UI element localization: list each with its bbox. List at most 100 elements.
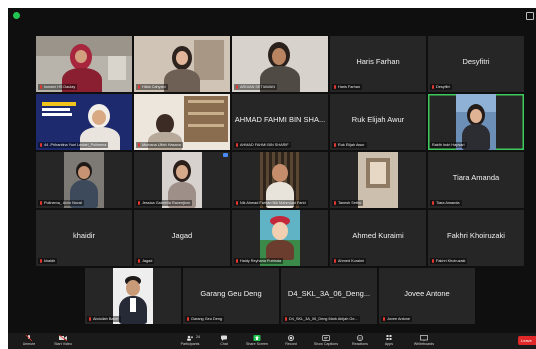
security-shield-icon[interactable] (13, 12, 20, 19)
record-button[interactable]: Record (272, 335, 310, 346)
participant-label: Rakfh Indri Hapsari (430, 142, 467, 148)
participant-tile[interactable]: Jagad Jagad (134, 210, 230, 266)
participant-tile[interactable]: Desyfitri Desyfitri (428, 36, 524, 92)
chat-label: Chat (220, 342, 228, 346)
apps-button[interactable]: Apps (370, 335, 408, 346)
reactions-smiley-icon (356, 335, 364, 341)
zoom-meeting-window: Ismaini HS Daulay Hilda Cahyani ARDIAN S… (8, 8, 536, 349)
show-captions-button[interactable]: Show Captions (307, 335, 345, 346)
participant-label: ARDIAN SETIAWAN (234, 84, 277, 90)
participant-tile[interactable]: Nik Ahmad Farhan Nik Mahmood Farid (232, 152, 328, 208)
participant-label: Mumana Ulfah Hasana (136, 142, 183, 148)
participant-label: AHMAD FAHMI BIN SHARIF (234, 142, 291, 148)
participant-label: Polinema_ Alvin Noval (38, 200, 84, 206)
unmute-button[interactable]: Unmute (10, 335, 48, 346)
start-video-label: Start Video (54, 342, 72, 346)
participant-tile[interactable]: Haris Farhan Haris Farhan (330, 36, 426, 92)
muted-mic-icon (40, 143, 42, 147)
participant-tile[interactable]: Garang Geu Deng Garang Geu Deng (183, 268, 279, 324)
participant-tile[interactable]: Ahmed Kuraimi Ahmed Kuraimi (330, 210, 426, 266)
participant-label: Jovee Antone (381, 316, 413, 322)
participant-name: Garang Geu Deng (200, 289, 262, 298)
participant-label: Hilda Cahyani (136, 84, 168, 90)
participant-name: Jagad (171, 231, 193, 240)
whiteboards-label: Whiteboards (413, 342, 435, 346)
muted-mic-icon (432, 201, 434, 205)
captions-icon (322, 335, 330, 341)
screen-share-indicator-icon (223, 153, 228, 157)
participant-tile[interactable]: Polinema_ Alvin Noval (36, 152, 132, 208)
participant-tile[interactable]: Ismaini HS Daulay (36, 36, 132, 92)
participant-tile[interactable]: Hilda Cahyani (134, 36, 230, 92)
muted-mic-icon (285, 317, 287, 321)
participant-tile[interactable]: Ruk Elijah Awur Ruk Elijah Awur (330, 94, 426, 150)
share-screen-label: Share Screen (246, 342, 268, 346)
apps-label: Apps (384, 342, 394, 346)
muted-mic-icon (334, 201, 336, 205)
participant-label: Ahmed Kuraimi (332, 258, 366, 264)
muted-mic-icon (236, 201, 238, 205)
muted-mic-icon (236, 143, 238, 147)
participant-name: Ahmed Kuraimi (352, 231, 404, 240)
muted-mic-icon (138, 85, 140, 89)
participant-label: Haris Farhan (332, 84, 362, 90)
participant-label: Nik Ahmad Farhan Nik Mahmood Farid (234, 200, 308, 206)
participant-tile[interactable]: 44 -Prihantina Yuni Lestari_Polinema (36, 94, 132, 150)
whiteboards-button[interactable]: Whiteboards (405, 335, 443, 346)
participant-name: Ruk Elijah Awur (351, 115, 405, 124)
participant-tile[interactable]: D4_SKL_3A_06_Deng... D4_SKL_3A_06_Deng M… (281, 268, 377, 324)
participant-label: Ismaini HS Daulay (38, 84, 78, 90)
muted-mic-icon (187, 317, 189, 321)
muted-mic-icon (432, 259, 434, 263)
participant-label: D4_SKL_3A_06_Deng Mark Abijah Ge... (283, 316, 360, 322)
muted-mic-icon (432, 85, 434, 89)
participant-name: khaidir (72, 231, 96, 240)
muted-mic-icon (334, 85, 336, 89)
participant-name: Jovee Antone (404, 289, 450, 298)
participant-tile[interactable]: Jessica Gabriella Ravenjiom (134, 152, 230, 208)
reactions-label: Reactions (352, 342, 368, 346)
chat-bubble-icon (221, 335, 227, 341)
muted-mic-icon (236, 259, 238, 263)
participant-tile[interactable]: AHMAD FAHMI BIN SHA... AHMAD FAHMI BIN S… (232, 94, 328, 150)
participants-button[interactable]: Participants (171, 335, 209, 346)
show-captions-label: Show Captions (313, 342, 339, 346)
leave-button[interactable]: Leave (518, 336, 536, 345)
participant-tile[interactable]: Mumana Ulfah Hasana (134, 94, 230, 150)
participant-label: Jessica Gabriella Ravenjiom (136, 200, 192, 206)
muted-mic-icon (40, 85, 42, 89)
muted-mic-icon (138, 259, 140, 263)
muted-mic-icon (138, 143, 140, 147)
start-video-button[interactable]: Start Video (44, 335, 82, 346)
participant-label: Haldy Reyhana Putrinda (234, 258, 284, 264)
participant-tile[interactable]: Tanesh Sethu (330, 152, 426, 208)
participant-label: Tanesh Sethu (332, 200, 364, 206)
muted-mic-icon (334, 259, 336, 263)
record-icon (288, 335, 294, 341)
participant-tile[interactable]: Fakhri Khoiruzaki Fakhri Khoiruzaki (428, 210, 524, 266)
muted-mic-icon (40, 259, 42, 263)
participants-label: Participants (180, 342, 200, 346)
video-feed (358, 152, 398, 208)
share-screen-button[interactable]: Share Screen (238, 335, 276, 346)
apps-grid-icon (386, 335, 392, 340)
participant-tile[interactable]: ARDIAN SETIAWAN (232, 36, 328, 92)
unmute-label: Unmute (22, 342, 36, 346)
participant-tile-active-speaker[interactable]: Rakfh Indri Hapsari (428, 94, 524, 150)
muted-mic-icon (383, 317, 385, 321)
participant-tile[interactable]: Jovee Antone Jovee Antone (379, 268, 475, 324)
participant-label: khaidir (38, 258, 58, 264)
participants-icon (187, 335, 193, 341)
participant-name: Tiara Amanda (452, 173, 500, 182)
participant-tile[interactable]: Haldy Reyhana Putrinda (232, 210, 328, 266)
participant-tile[interactable]: Abdullah Baker (85, 268, 181, 324)
muted-mic-icon (236, 85, 238, 89)
muted-mic-icon (40, 201, 42, 205)
participant-tile[interactable]: khaidir khaidir (36, 210, 132, 266)
participant-name: Desyfitri (462, 57, 490, 66)
view-layout-icon[interactable] (526, 12, 534, 20)
record-label: Record (285, 342, 297, 346)
participant-tile[interactable]: Tiara Amanda Tiara Amanda (428, 152, 524, 208)
participant-name: Fakhri Khoiruzaki (447, 231, 505, 240)
participants-count: 24 (196, 335, 200, 339)
